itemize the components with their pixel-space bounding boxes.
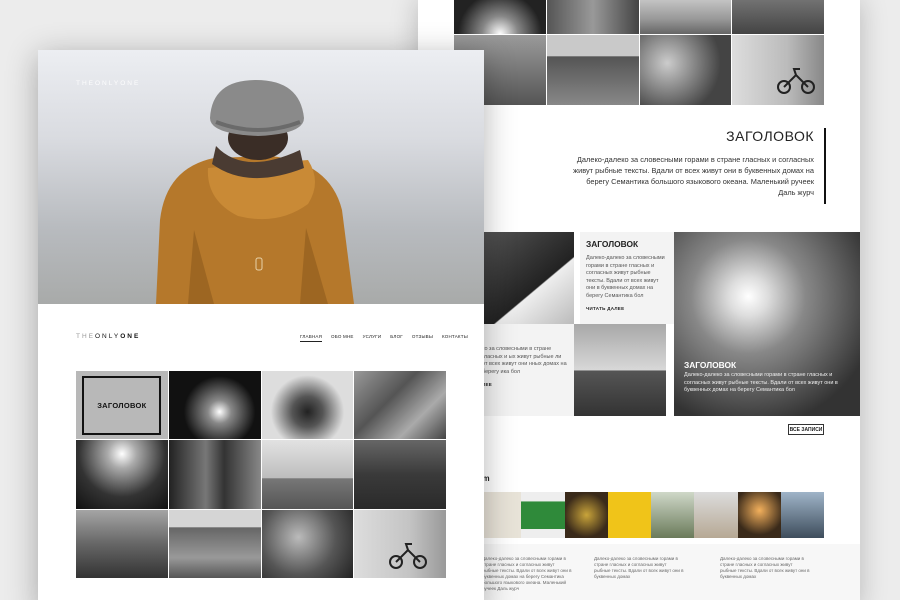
- grid-title: ЗАГОЛОВОК: [97, 400, 147, 410]
- insta-photo[interactable]: [780, 492, 824, 538]
- tricycle-icon: [389, 542, 428, 569]
- photo-college[interactable]: [168, 509, 261, 578]
- photo-forest[interactable]: [76, 509, 168, 578]
- photo-rain-window[interactable]: [639, 35, 732, 105]
- front-page-mockup: THEONLYONE THEONLYONE ГЛАВНАЯ ОБО МНЕ УС…: [38, 50, 484, 600]
- photo-building[interactable]: [168, 440, 261, 509]
- post-excerpt: Далеко-далеко за словесными горами в стр…: [586, 255, 665, 299]
- nav-item-about[interactable]: ОБО МНЕ: [331, 334, 354, 342]
- insta-photo[interactable]: [521, 492, 565, 538]
- post-feature-card[interactable]: ЗАГОЛОВОК Далеко-далеко за словесными го…: [674, 232, 860, 416]
- footer-text: Далеко-далеко за словесными горами в стр…: [482, 556, 572, 591]
- back-page-mockup: ЗАГОЛОВОК Далеко-далеко за словесными го…: [418, 0, 860, 600]
- logo-part: ONE: [120, 333, 141, 340]
- photo-boat[interactable]: [732, 0, 824, 34]
- logo-part: ONLY: [95, 333, 121, 340]
- section-heading: ЗАГОЛОВОК: [726, 128, 814, 144]
- footer-text: Далеко-далеко за словесными горами в стр…: [720, 556, 810, 579]
- post-excerpt: ко за словесными в стране гласных и ых ж…: [482, 346, 567, 375]
- logo-part: THE: [76, 333, 95, 340]
- photo-lake[interactable]: [639, 0, 732, 34]
- insta-photo[interactable]: [564, 492, 608, 538]
- nav-item-services[interactable]: УСЛУГИ: [363, 334, 382, 342]
- site-logo[interactable]: THEONLYONE: [76, 333, 140, 340]
- read-more-link[interactable]: ЧИТАТЬ ДАЛЕЕ: [586, 306, 668, 311]
- photo-rain-window[interactable]: [261, 509, 354, 578]
- photo-tunnel[interactable]: [168, 371, 261, 440]
- insta-photo[interactable]: [651, 492, 695, 538]
- all-posts-button[interactable]: ВСЕ ЗАПИСИ: [788, 424, 824, 435]
- photo-tricycle[interactable]: [732, 35, 824, 105]
- photo-teapot[interactable]: [261, 371, 354, 440]
- photo-tricycle[interactable]: [354, 509, 446, 578]
- grid-title-tile[interactable]: ЗАГОЛОВОК: [76, 371, 168, 440]
- nav-item-blog[interactable]: БЛОГ: [390, 334, 403, 342]
- post-excerpt: Далеко-далеко за словесными горами в стр…: [684, 372, 838, 393]
- post-title: ЗАГОЛОВОК: [684, 360, 737, 370]
- nav-item-contacts[interactable]: КОНТАКТЫ: [442, 334, 468, 342]
- nav-item-reviews[interactable]: ОТЗЫВЫ: [412, 334, 433, 342]
- insta-photo[interactable]: [737, 492, 781, 538]
- section-heading-block: ЗАГОЛОВОК Далеко-далеко за словесными го…: [568, 128, 826, 204]
- photo-log[interactable]: [354, 371, 446, 440]
- photo-concert[interactable]: [76, 440, 168, 509]
- photo-building[interactable]: [546, 0, 639, 34]
- hero-image: THEONLYONE: [38, 50, 484, 304]
- instagram-feed: [478, 492, 824, 538]
- hero-person-illustration: [156, 80, 354, 304]
- photo-lake-person[interactable]: [261, 440, 354, 509]
- main-nav: ГЛАВНАЯ ОБО МНЕ УСЛУГИ БЛОГ ОТЗЫВЫ КОНТА…: [300, 334, 468, 342]
- hero-logo[interactable]: THEONLYONE: [76, 80, 140, 87]
- read-more-link[interactable]: ЛЕЕ: [482, 382, 568, 387]
- post-card[interactable]: ко за словесными в стране гласных и ых ж…: [482, 324, 574, 416]
- insta-photo[interactable]: [694, 492, 738, 538]
- portfolio-grid: ЗАГОЛОВОК: [76, 371, 446, 578]
- nav-item-home[interactable]: ГЛАВНАЯ: [300, 334, 323, 342]
- post-title: ЗАГОЛОВОК: [586, 239, 639, 249]
- tricycle-icon: [777, 68, 816, 94]
- back-photo-grid: [454, 0, 824, 105]
- post-card[interactable]: ЗАГОЛОВОК Далеко-далеко за словесными го…: [580, 232, 674, 324]
- photo-concert[interactable]: [454, 0, 546, 34]
- blog-posts-block: ЗАГОЛОВОК Далеко-далеко за словесными го…: [454, 232, 860, 416]
- post-image-bench[interactable]: [574, 324, 666, 416]
- insta-photo[interactable]: [478, 492, 522, 538]
- insta-photo[interactable]: [607, 492, 651, 538]
- section-intro: Далеко-далеко за словесными горами в стр…: [573, 155, 814, 197]
- footer-text: Далеко-далеко за словесными горами в стр…: [594, 556, 684, 579]
- photo-college[interactable]: [546, 35, 639, 105]
- post-image-concert[interactable]: [482, 232, 574, 324]
- footer: Далеко-далеко за словесными горами в стр…: [418, 544, 860, 600]
- title-frame: ЗАГОЛОВОК: [82, 375, 162, 435]
- photo-boat[interactable]: [354, 440, 446, 509]
